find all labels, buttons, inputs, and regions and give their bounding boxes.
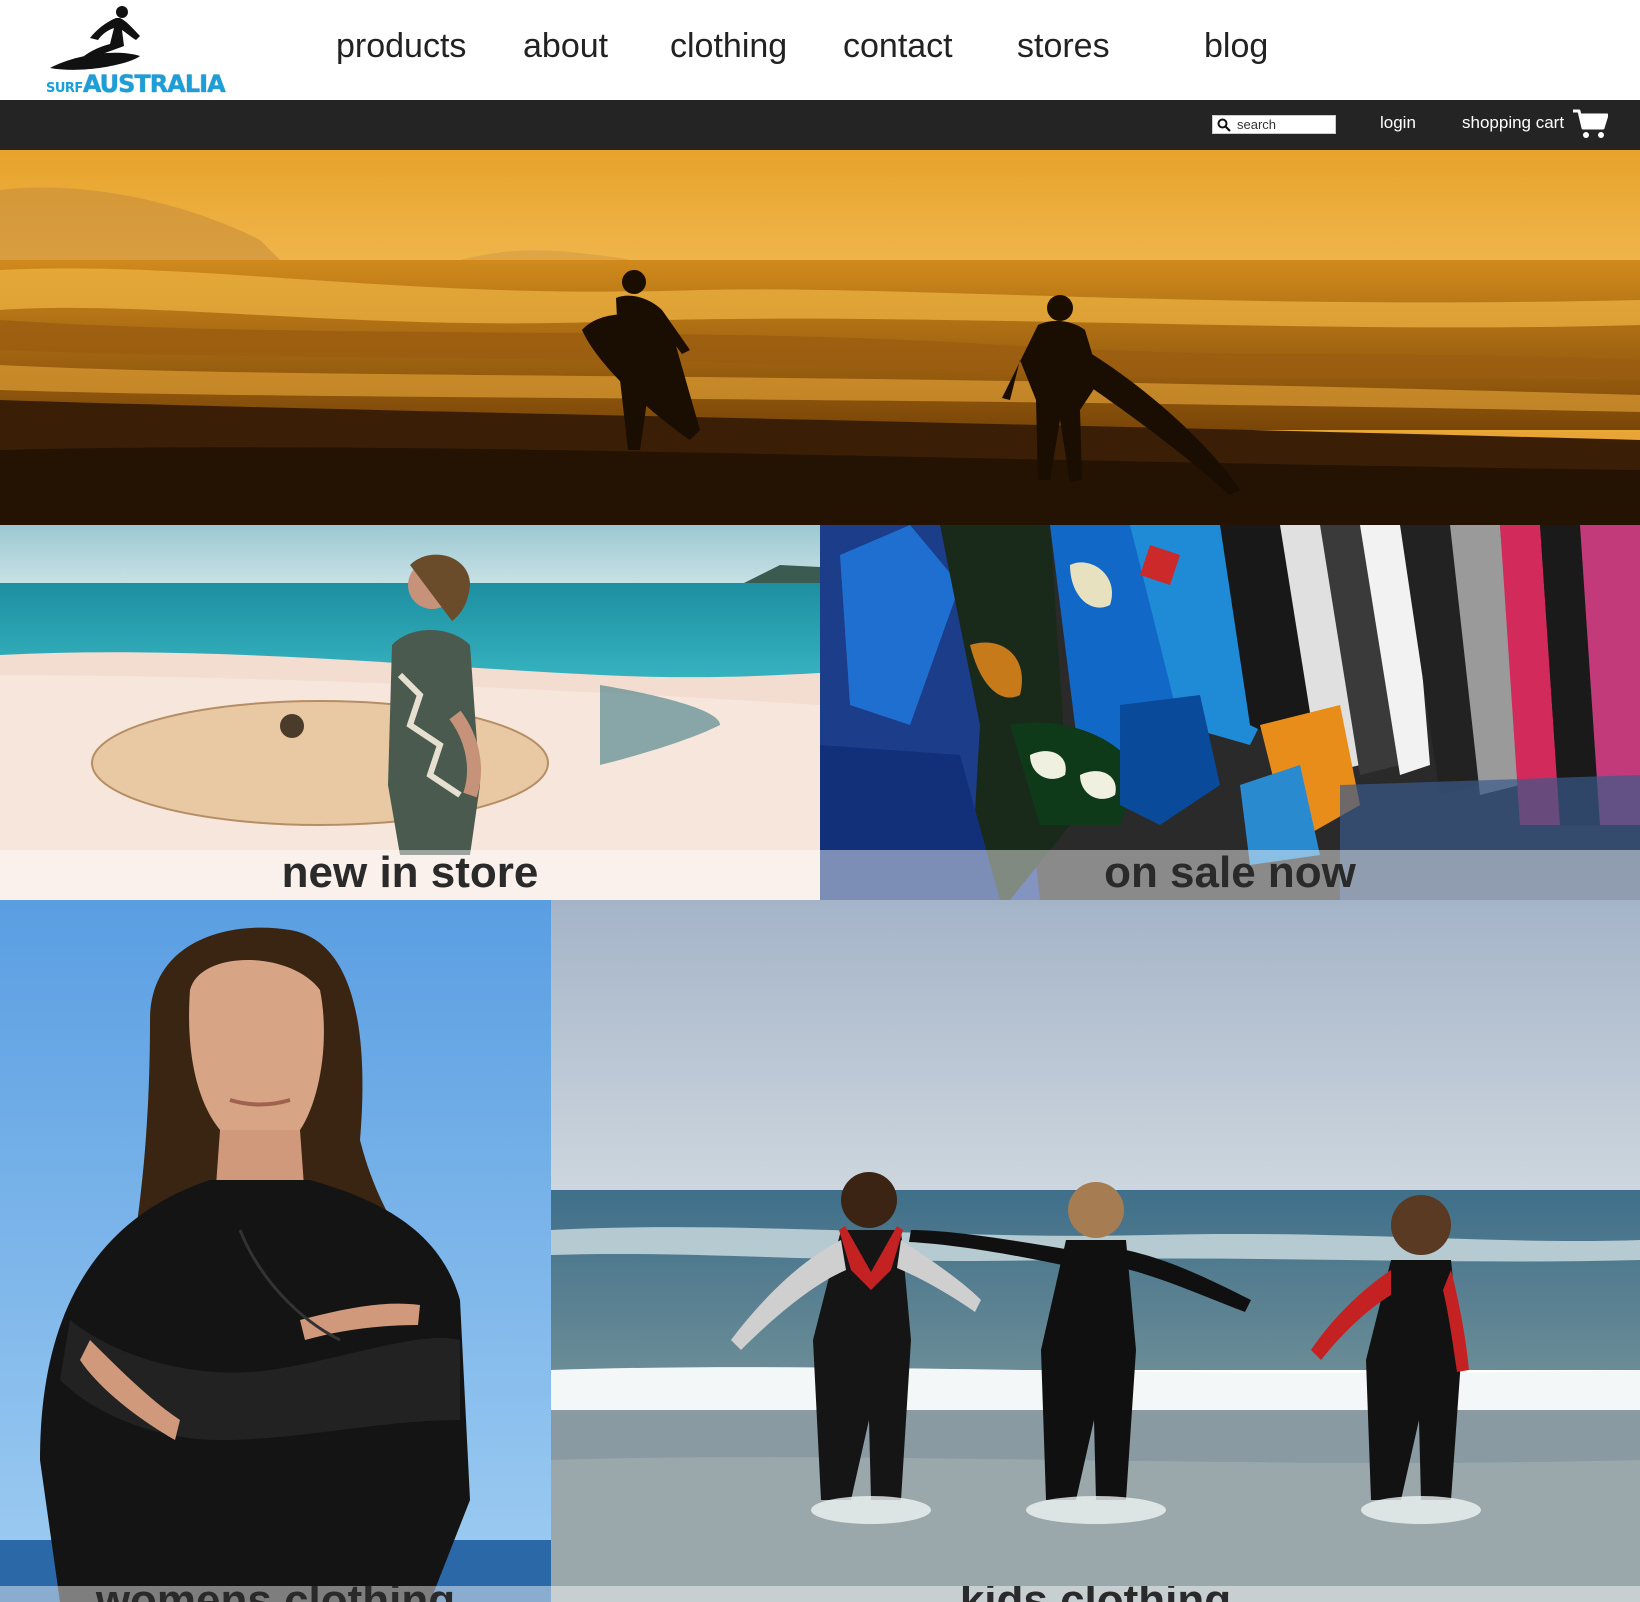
login-link[interactable]: login [1380,113,1416,133]
site-header: SURFAUSTRALIA products about clothing co… [0,0,1640,100]
shirts-rack-image [820,525,1640,900]
new-in-store-tile[interactable]: new in store [0,525,820,900]
woman-wetsuit-image [0,900,551,1602]
search-input[interactable] [1237,117,1333,132]
surfer-logo-icon [50,6,140,70]
on-sale-now-label[interactable]: on sale now [820,845,1640,900]
on-sale-now-tile[interactable]: on sale now [820,525,1640,900]
search-box[interactable] [1212,115,1336,134]
new-in-store-label[interactable]: new in store [0,845,820,900]
womens-clothing-tile[interactable]: womens clothing [0,900,551,1602]
site-logo[interactable]: SURFAUSTRALIA [44,4,226,96]
nav-products[interactable]: products [336,24,466,68]
womens-clothing-label[interactable]: womens clothing [0,1586,551,1602]
nav-clothing[interactable]: clothing [670,24,787,68]
surfer-girl-beach-image [0,525,820,900]
shopping-cart-link[interactable]: shopping cart [1462,113,1564,133]
logo-wordmark: SURFAUSTRALIA [46,70,226,98]
hero-sunset-surfers-image [0,150,1640,525]
kids-clothing-tile[interactable]: kids clothing [551,900,1640,1602]
search-icon [1217,118,1231,132]
kids-clothing-label[interactable]: kids clothing [551,1586,1640,1602]
kids-beach-image [551,900,1640,1602]
hero-banner [0,150,1640,525]
nav-blog[interactable]: blog [1204,24,1268,68]
nav-about[interactable]: about [523,24,608,68]
nav-stores[interactable]: stores [1017,24,1110,68]
nav-contact[interactable]: contact [843,24,953,68]
cart-icon[interactable] [1572,108,1608,140]
